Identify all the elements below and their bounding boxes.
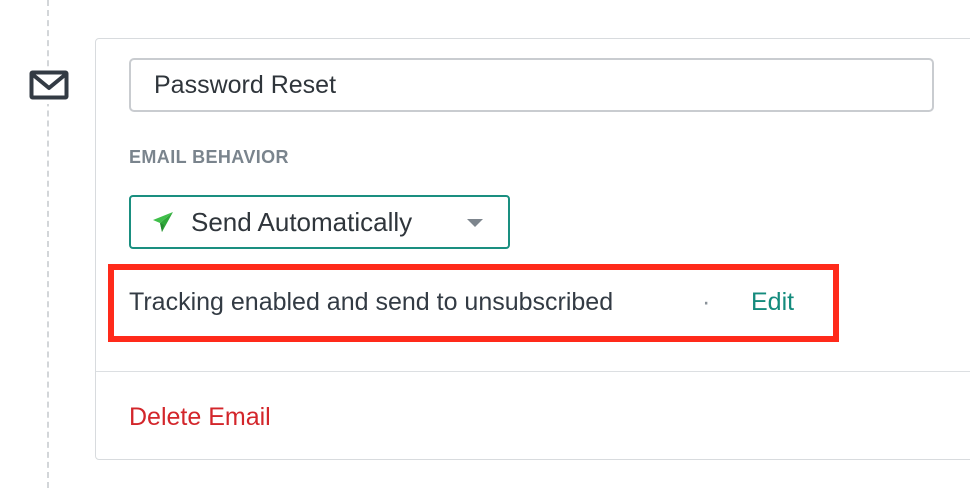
separator-dot: ·: [702, 288, 711, 316]
email-card: EMAIL BEHAVIOR Send Automatically Tracki…: [95, 38, 970, 460]
delete-email-button[interactable]: Delete Email: [129, 403, 271, 432]
paper-plane-icon: [152, 211, 174, 233]
email-behavior-label: EMAIL BEHAVIOR: [129, 147, 289, 167]
email-name-input[interactable]: [129, 58, 934, 112]
envelope-icon: [29, 70, 69, 105]
tracking-summary: Tracking enabled and send to unsubscribe…: [129, 288, 614, 316]
card-divider: [96, 371, 970, 372]
email-behavior-selected-value: Send Automatically: [191, 206, 413, 237]
email-behavior-dropdown[interactable]: Send Automatically: [129, 195, 510, 249]
chevron-down-icon: [467, 219, 483, 227]
edit-tracking-link[interactable]: Edit: [751, 288, 794, 317]
timeline-step-marker: [28, 70, 70, 104]
